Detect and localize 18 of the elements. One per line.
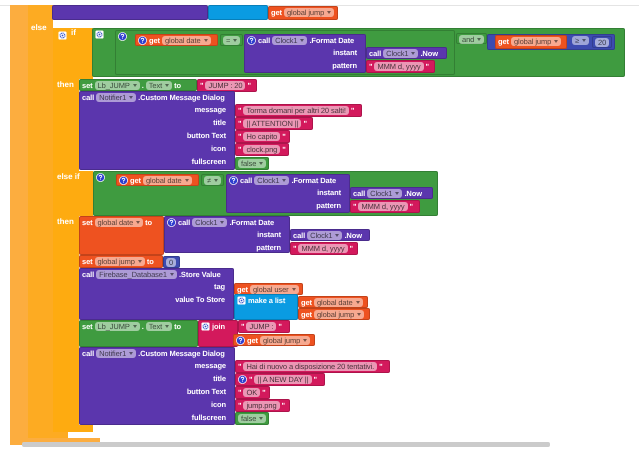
block-label: then: [57, 80, 74, 89]
gear-icon[interactable]: [95, 30, 104, 39]
block-label: else: [31, 23, 47, 32]
help-icon[interactable]: [247, 36, 256, 45]
block-label: then: [57, 217, 74, 226]
gear-icon[interactable]: [201, 322, 210, 331]
block-label: if: [71, 28, 76, 37]
scrollbar[interactable]: [22, 442, 550, 447]
help-icon[interactable]: [167, 218, 176, 227]
block-label: else if: [57, 172, 80, 181]
help-icon[interactable]: [119, 176, 128, 185]
gear-icon[interactable]: [237, 296, 246, 305]
help-icon[interactable]: [236, 336, 245, 345]
help-icon[interactable]: [118, 32, 127, 41]
help-icon[interactable]: [238, 375, 247, 384]
help-icon[interactable]: [138, 36, 147, 45]
help-icon[interactable]: [229, 176, 238, 185]
help-icon[interactable]: [96, 173, 105, 182]
